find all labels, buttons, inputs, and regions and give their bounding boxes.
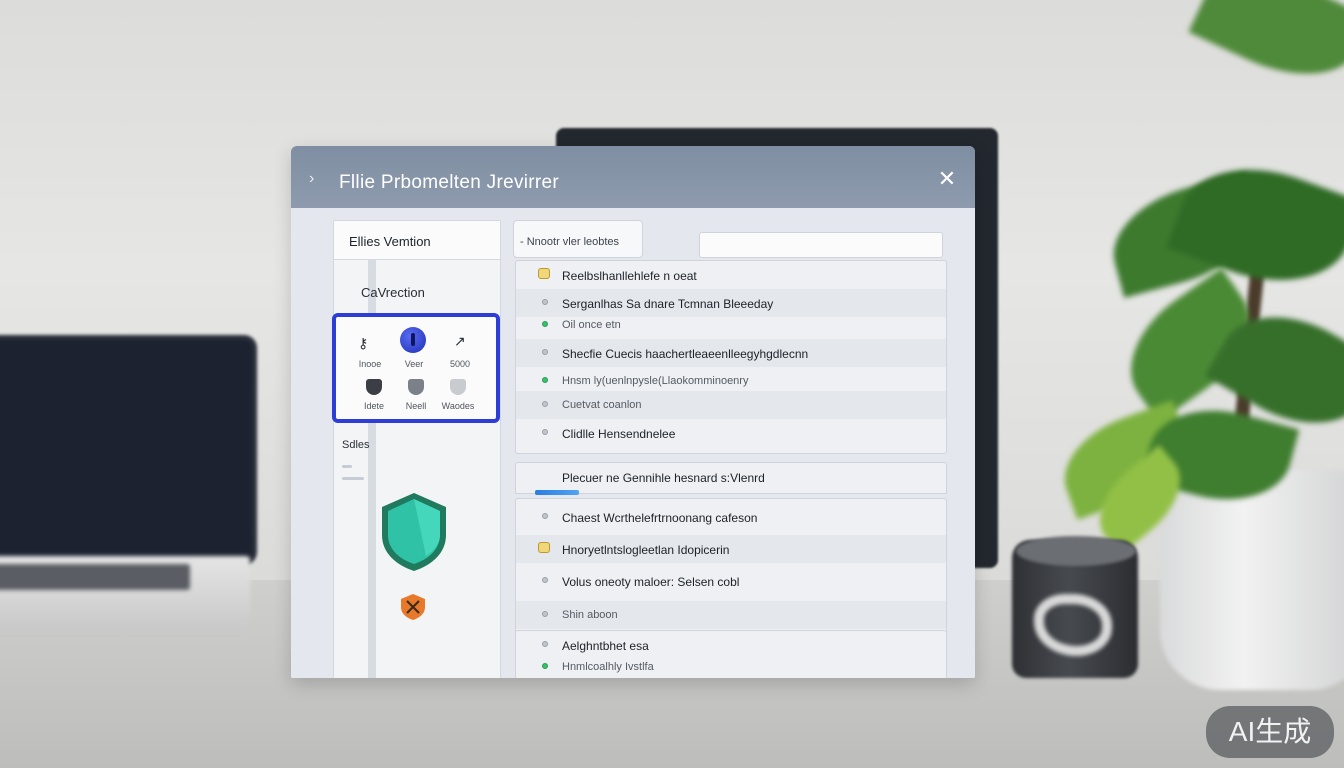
list-item[interactable]: Hnmlcoalhly Ivstlfa [516, 653, 946, 678]
list-item[interactable]: Chaest Wcrthelefrtrnoonang cafeson [516, 503, 946, 531]
light-shield-icon[interactable] [450, 379, 466, 395]
left-panel: Ellies Vemtion CaVrection ⚷ ↗ Inooe Veer… [332, 220, 501, 678]
status-dot-icon [542, 321, 548, 327]
left-panel-title: Ellies Vemtion [349, 234, 431, 249]
section-header-row[interactable]: Plecuer ne Gennihle hesnard s:Vlenrd [516, 463, 946, 491]
tab-filter[interactable]: - Nnootr vler leobtes [513, 220, 643, 258]
search-input[interactable] [699, 232, 943, 258]
list-item[interactable]: Oil once etn [516, 311, 946, 339]
result-list-last: Aelghntbhet esa Hnmlcoalhly Ivstlfa [515, 630, 947, 678]
list-item[interactable]: Volus oneoty maloer: Selsen cobl [516, 567, 946, 595]
status-label: Sdles [342, 439, 370, 451]
status-dot-icon [542, 299, 548, 305]
plant-pot [1160, 470, 1344, 690]
status-dot-icon [542, 513, 548, 519]
keyhole-icon[interactable] [400, 327, 426, 353]
list-item-text: Cuetvat coanlon [562, 399, 642, 411]
folder-icon [538, 268, 550, 279]
list-item[interactable]: Shin aboon [516, 601, 946, 629]
list-item-text: Hnsm ly(uenlnpysle(Llaokomminoenry [562, 375, 749, 387]
small-pot-rim [1016, 536, 1136, 566]
list-item-text: Shin aboon [562, 609, 618, 621]
status-dot-icon [542, 641, 548, 647]
list-item-text: Aelghntbhet esa [562, 639, 649, 653]
orange-shield-icon[interactable] [400, 593, 426, 621]
placeholder-line [342, 477, 364, 480]
selected-icon-card[interactable]: ⚷ ↗ Inooe Veer 5000 Idete Neell Waodes [332, 313, 500, 423]
gray-shield-icon[interactable] [408, 379, 424, 395]
window-body: Ellies Vemtion CaVrection ⚷ ↗ Inooe Veer… [291, 208, 975, 678]
ai-generated-badge: AI生成 [1206, 706, 1334, 758]
icon-label: Idete [363, 401, 385, 411]
status-dot-icon [542, 577, 548, 583]
list-item-text: Hnmlcoalhly Ivstlfa [562, 661, 654, 673]
app-window: › Fllie Prbomelten Jrevirrer ✕ Ellies Ve… [291, 146, 975, 678]
laptop-keyboard [0, 564, 190, 590]
list-item-text: Shecfie Cuecis haachertleaeenlleegyhgdle… [562, 347, 809, 361]
icon-label: 5000 [449, 359, 471, 369]
status-dot-icon [542, 349, 548, 355]
section-header-text: Plecuer ne Gennihle hesnard s:Vlenrd [562, 471, 765, 485]
status-dot-icon [542, 611, 548, 617]
tab-label: - Nnootr vler leobtes [520, 236, 620, 248]
arrow-icon[interactable]: ↗ [454, 333, 466, 350]
chevron-right-icon[interactable]: › [309, 170, 314, 188]
status-dot-icon [542, 401, 548, 407]
list-item-text: Volus oneoty maloer: Selsen cobl [562, 575, 740, 589]
list-item-text: Serganlhas Sa dnare Tcmnan Bleeeday [562, 297, 774, 311]
list-item[interactable]: Clidlle Hensendnelee [516, 419, 946, 447]
laptop-screen [0, 340, 252, 560]
progress-indicator [535, 490, 579, 495]
folder-icon [538, 542, 550, 553]
close-button[interactable]: ✕ [935, 168, 959, 192]
icon-label: Veer [404, 359, 424, 369]
window-title: Fllie Prbomelten Jrevirrer [339, 172, 560, 193]
title-bar: › Fllie Prbomelten Jrevirrer ✕ [291, 146, 975, 208]
list-item-text: Hnoryetlntslogleetlan Idopicerin [562, 543, 730, 557]
list-item[interactable]: Reelbslhanllehlefe n oeat [516, 261, 946, 289]
list-item-text: Reelbslhanllehlefe n oeat [562, 269, 697, 283]
status-dot-icon [542, 663, 548, 669]
list-item-text: Oil once etn [562, 319, 621, 331]
placeholder-line [342, 465, 352, 468]
icon-label: Neell [405, 401, 427, 411]
status-dot-icon [542, 429, 548, 435]
teal-shield-icon[interactable] [378, 491, 450, 573]
list-item[interactable]: Cuetvat coanlon [516, 391, 946, 419]
result-list-bottom: Chaest Wcrthelefrtrnoonang cafeson Hnory… [515, 498, 947, 640]
list-item-text: Clidlle Hensendnelee [562, 427, 676, 441]
list-item[interactable]: Hnoryetlntslogleetlan Idopicerin [516, 535, 946, 563]
list-item[interactable]: Shecfie Cuecis haachertleaeenlleegyhgdle… [516, 339, 946, 367]
left-panel-subtitle: CaVrection [361, 285, 425, 300]
status-dot-icon [542, 377, 548, 383]
key-icon[interactable]: ⚷ [358, 335, 368, 352]
section-header: Plecuer ne Gennihle hesnard s:Vlenrd [515, 462, 947, 494]
icon-label: Inooe [358, 359, 382, 369]
icon-label: Waodes [441, 401, 475, 411]
left-panel-header[interactable]: Ellies Vemtion [334, 221, 500, 260]
dark-shield-icon[interactable] [366, 379, 382, 395]
list-item-text: Chaest Wcrthelefrtrnoonang cafeson [562, 511, 758, 525]
result-list-top: Reelbslhanllehlefe n oeat Serganlhas Sa … [515, 260, 947, 454]
